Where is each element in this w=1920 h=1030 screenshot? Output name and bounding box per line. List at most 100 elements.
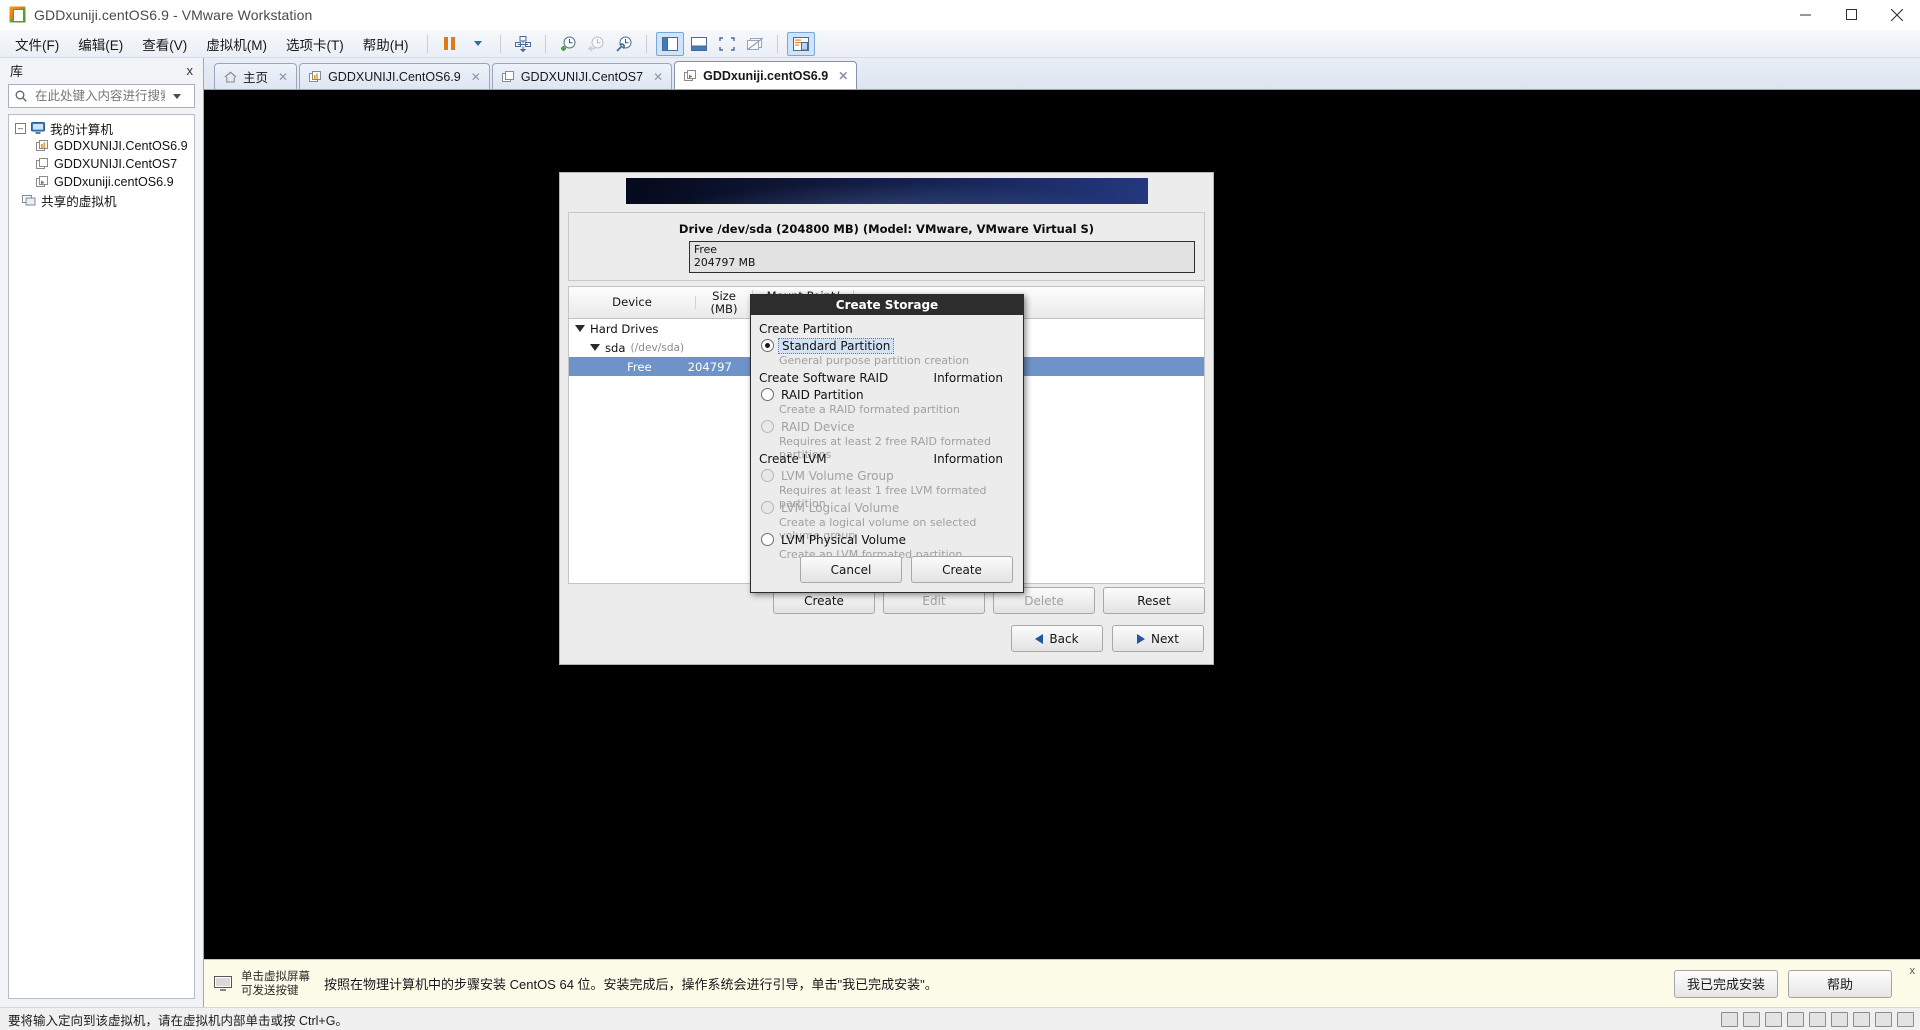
triangle-down-icon[interactable] (590, 344, 600, 351)
library-search-box[interactable] (8, 84, 195, 108)
option-label: RAID Partition (781, 387, 864, 402)
library-close-icon[interactable]: x (183, 63, 198, 78)
cd-icon[interactable] (1743, 1011, 1760, 1027)
revert-snapshot-icon[interactable] (583, 33, 609, 55)
lvm-information-link[interactable]: Information (934, 452, 1003, 466)
sidebar-item-shared-vms[interactable]: 共享的虚拟机 (9, 191, 194, 209)
dialog-cancel-button[interactable]: Cancel (800, 556, 902, 583)
column-size: Size (MB) (696, 290, 753, 315)
device-icon[interactable] (1897, 1011, 1914, 1027)
vmware-icon (9, 6, 26, 23)
usb-icon[interactable] (1787, 1011, 1804, 1027)
monitor-icon (214, 976, 232, 991)
tab-bar: 主页 ✕ GDDXUNIJI.CentOS6.9 ✕ GDDXUNIJI.Cen… (204, 58, 1920, 90)
sidebar-item-gddxuniji-centos69-b[interactable]: GDDxuniji.centOS6.9 (9, 173, 194, 191)
show-thumbnail-bar-icon[interactable] (686, 33, 712, 55)
menu-file[interactable]: 文件(F) (6, 30, 68, 58)
sidebar-item-gddxuniji-centos69-a[interactable]: GDDXUNIJI.CentOS6.9 (9, 137, 194, 155)
tab-gddxuniji-centos7[interactable]: GDDXUNIJI.CentOS7 ✕ (491, 63, 673, 89)
help-button[interactable]: 帮助 (1788, 969, 1892, 998)
option-label: LVM Logical Volume (781, 500, 900, 515)
radio-icon[interactable] (761, 388, 774, 401)
dialog-buttons: Cancel Create (800, 556, 1013, 583)
sidebar-item-my-computer[interactable]: – 我的计算机 (9, 119, 194, 137)
back-label: Back (1049, 631, 1079, 646)
radio-icon[interactable] (761, 533, 774, 546)
library-header: 库 x (0, 58, 203, 82)
display-icon[interactable] (1853, 1011, 1870, 1027)
sidebar-item-label: 我的计算机 (50, 122, 113, 137)
collapse-icon[interactable]: – (15, 122, 26, 134)
tab-close-icon[interactable]: ✕ (653, 70, 663, 84)
tab-gddxuniji-centos69-b[interactable]: GDDxuniji.centOS6.9 ✕ (674, 61, 858, 89)
menu-help[interactable]: 帮助(H) (354, 30, 418, 58)
tab-close-icon[interactable]: ✕ (838, 69, 848, 83)
take-snapshot-icon[interactable] (555, 33, 581, 55)
menu-vm[interactable]: 虚拟机(M) (197, 30, 276, 58)
raid-information-link[interactable]: Information (934, 371, 1003, 385)
hint-close-icon[interactable]: x (1910, 965, 1916, 977)
tab-label: GDDxuniji.centOS6.9 (703, 68, 829, 83)
menu-edit[interactable]: 编辑(E) (69, 30, 132, 58)
toolbar-divider (544, 34, 546, 53)
drive-title: Drive /dev/sda (204800 MB) (Model: VMwar… (678, 222, 1095, 236)
search-input[interactable] (33, 88, 167, 104)
group-label: Create Software RAID (759, 371, 889, 385)
vmware-workstation-window: GDDxuniji.centOS6.9 - VMware Workstation… (0, 0, 1920, 1030)
hint-message: 按照在物理计算机中的步骤安装 CentOS 64 位。安装完成后，操作系统会进行… (324, 977, 938, 992)
unity-mode-icon[interactable] (742, 33, 768, 55)
dialog-create-button[interactable]: Create (911, 556, 1013, 583)
console-view-icon[interactable] (786, 31, 815, 56)
network-icon[interactable] (1765, 1011, 1782, 1027)
toolbar-divider (499, 34, 501, 53)
sound-icon[interactable] (1809, 1011, 1826, 1027)
option-lvm-physical-volume[interactable]: LVM Physical Volume (759, 531, 1015, 548)
triangle-down-icon[interactable] (575, 325, 585, 332)
sidebar-item-gddxuniji-centos7[interactable]: GDDXUNIJI.CentOS7 (9, 155, 194, 173)
window-controls (1782, 0, 1920, 29)
radio-icon[interactable] (761, 339, 774, 352)
radio-icon (761, 420, 774, 433)
shield-icon[interactable] (1875, 1011, 1892, 1027)
hdd-icon[interactable] (1721, 1011, 1738, 1027)
dropdown-caret-icon[interactable] (465, 33, 491, 55)
hint-left: 单击虚拟屏幕 可发送按键 (214, 970, 310, 998)
menu-view[interactable]: 查看(V) (133, 30, 196, 58)
option-label: Standard Partition (778, 337, 895, 354)
shared-vms-icon (22, 195, 36, 206)
status-message: 要将输入定向到该虚拟机，请在虚拟机内部单击或按 Ctrl+G。 (8, 1013, 348, 1028)
close-button[interactable] (1874, 0, 1920, 29)
tab-close-icon[interactable]: ✕ (278, 70, 288, 84)
snapshot-manager-icon[interactable] (510, 33, 536, 55)
group-label: Create LVM (759, 452, 827, 466)
installation-complete-button[interactable]: 我已完成安装 (1673, 969, 1778, 998)
sidebar-item-label: GDDXUNIJI.CentOS6.9 (54, 139, 188, 153)
hint-buttons: 我已完成安装 帮助 (1673, 969, 1914, 998)
radio-icon (761, 469, 774, 482)
sidebar-item-label: 共享的虚拟机 (41, 194, 117, 209)
manage-snapshots-icon[interactable] (611, 33, 637, 55)
maximize-button[interactable] (1828, 0, 1874, 29)
menu-tabs[interactable]: 选项卡(T) (277, 30, 353, 58)
back-button[interactable]: Back (1011, 625, 1103, 652)
tab-home[interactable]: 主页 ✕ (214, 63, 298, 89)
drive-free-size: 204797 MB (694, 255, 756, 269)
show-library-icon[interactable] (655, 31, 684, 56)
option-standard-partition[interactable]: Standard Partition (759, 337, 1015, 354)
drive-free-bar[interactable]: Free 204797 MB (689, 241, 1195, 273)
minimize-button[interactable] (1782, 0, 1828, 29)
next-button[interactable]: Next (1112, 625, 1204, 652)
fullscreen-icon[interactable] (714, 33, 740, 55)
status-bar: 要将输入定向到该虚拟机，请在虚拟机内部单击或按 Ctrl+G。 (0, 1007, 1920, 1030)
tab-gddxuniji-centos69-a[interactable]: GDDXUNIJI.CentOS6.9 ✕ (299, 63, 490, 89)
option-raid-partition[interactable]: RAID Partition (759, 386, 1015, 403)
reset-button[interactable]: Reset (1103, 587, 1205, 614)
vm-screen[interactable]: Drive /dev/sda (204800 MB) (Model: VMwar… (204, 90, 1920, 959)
tab-close-icon[interactable]: ✕ (471, 70, 481, 84)
search-dropdown-icon[interactable] (173, 93, 181, 99)
next-label: Next (1151, 631, 1179, 646)
pause-icon[interactable] (437, 33, 463, 55)
vm-running-icon (36, 140, 48, 151)
library-tree: – 我的计算机 GDDXUNIJI.CentOS6.9 GDDXUNIJI.Ce… (8, 114, 195, 999)
printer-icon[interactable] (1831, 1011, 1848, 1027)
